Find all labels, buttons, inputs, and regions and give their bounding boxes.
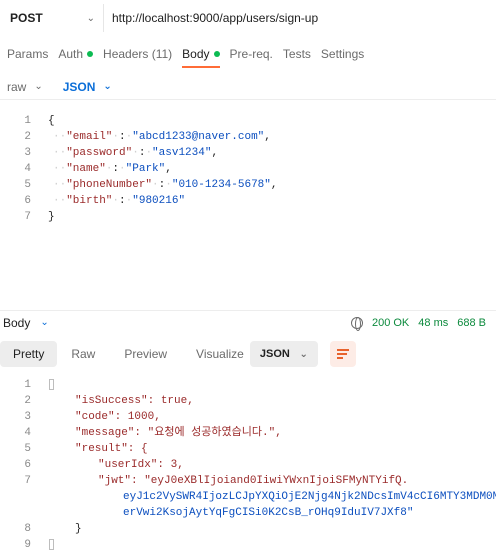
line-number: 1: [24, 379, 31, 391]
body-mode-select[interactable]: raw ⌄: [7, 80, 43, 94]
json-key: "birth": [66, 195, 113, 207]
method-label: POST: [10, 11, 43, 25]
tab-visualize[interactable]: Visualize: [196, 347, 244, 361]
tab-headers-label: Headers (11): [103, 47, 173, 61]
response-format-select[interactable]: JSON ⌄: [249, 341, 318, 367]
tab-pre-request-label: Pre-req.: [229, 47, 273, 61]
line-number: 7: [24, 475, 31, 487]
line-number: 5: [24, 443, 31, 455]
line-number: 4: [24, 163, 31, 175]
json-key: "email": [66, 131, 113, 143]
tab-body[interactable]: Body: [182, 42, 220, 68]
tab-pretty[interactable]: Pretty: [0, 341, 58, 367]
code-brace: }: [48, 211, 55, 223]
fold-marker[interactable]: [49, 379, 54, 390]
globe-icon[interactable]: [350, 317, 363, 331]
body-format-select[interactable]: JSON ⌄: [63, 80, 112, 94]
response-body-viewer[interactable]: 1 2 "isSuccess": true, 3 "code": 1000, 4 "m…: [0, 377, 496, 551]
line-number: 8: [24, 523, 31, 535]
tab-preview[interactable]: Preview: [124, 347, 167, 361]
response-line: "userIdx": 3,: [98, 459, 184, 471]
json-key: "phoneNumber": [66, 179, 153, 191]
json-value: "Park": [125, 163, 166, 175]
json-value: "asv1234": [152, 147, 212, 159]
wrap-lines-button[interactable]: [329, 341, 356, 367]
method-select[interactable]: POST ⌄: [2, 4, 104, 32]
response-section-select[interactable]: Body ⌄: [3, 316, 49, 330]
response-tabs: Pretty Raw Preview Visualize JSON ⌄: [0, 341, 496, 367]
chevron-down-icon: ⌄: [40, 317, 49, 328]
tab-pre-request[interactable]: Pre-req.: [230, 42, 273, 66]
url-input[interactable]: http://localhost:9000/app/users/sign-up: [104, 11, 318, 25]
tab-tests[interactable]: Tests: [283, 42, 311, 66]
line-number: 7: [24, 211, 31, 223]
response-size[interactable]: 688 B: [457, 317, 486, 329]
line-number: 9: [24, 539, 31, 551]
json-value: "010-1234-5678": [171, 179, 271, 191]
line-number: 3: [24, 411, 31, 423]
tab-raw[interactable]: Raw: [71, 347, 95, 361]
response-format-label: JSON: [259, 348, 290, 360]
response-line: "code": 1000,: [75, 411, 161, 423]
wrap-lines-icon: [336, 349, 349, 359]
tab-auth-label: Auth: [58, 47, 84, 61]
chevron-down-icon: ⌄: [86, 12, 95, 24]
response-line: }: [75, 523, 82, 535]
body-mode-bar: raw ⌄ JSON ⌄: [0, 74, 496, 100]
response-line: erVwi2KsojAytYqFgCISi0K2CsB_rOHq9IduIV7J…: [123, 507, 414, 519]
json-key: "password": [66, 147, 133, 159]
response-line: "result": {: [75, 443, 148, 455]
response-bar: Body ⌄ 200 OK 48 ms 688 B: [0, 310, 496, 334]
response-line: eyJ1c2VySWR4IjozLCJpYXQiOjE2Njg4Njk2NDcs…: [123, 491, 496, 503]
tab-settings-label: Settings: [320, 47, 365, 61]
line-number: 2: [24, 131, 31, 143]
line-number: 3: [24, 147, 31, 159]
chevron-down-icon: ⌄: [34, 81, 43, 92]
line-number: 6: [24, 195, 31, 207]
tab-params-label: Params: [7, 47, 49, 61]
request-body-editor[interactable]: 1{ 2 ··"email"·:·"abcd1233@naver.com", 3 ·…: [0, 113, 496, 223]
response-meta: 200 OK 48 ms 688 B: [350, 311, 486, 335]
json-punct: ,: [211, 147, 219, 159]
json-punct: ,: [270, 179, 278, 191]
line-number: 5: [24, 179, 31, 191]
tab-settings[interactable]: Settings: [321, 42, 364, 66]
body-status-dot: [213, 51, 220, 57]
json-punct: ,: [165, 163, 172, 175]
tab-headers[interactable]: Headers (11): [103, 42, 172, 66]
chevron-down-icon: ⌄: [103, 81, 112, 92]
response-line: "jwt": "eyJ0eXBlIjoiand0IiwiYWxnIjoiSFMy…: [98, 475, 409, 487]
tab-tests-label: Tests: [282, 47, 311, 61]
response-time[interactable]: 48 ms: [418, 317, 448, 329]
response-section-label: Body: [3, 315, 31, 330]
line-number: 2: [24, 395, 31, 407]
line-number: 4: [24, 427, 31, 439]
code-brace: {: [48, 115, 55, 127]
json-value: "980216": [132, 195, 186, 207]
status-code[interactable]: 200 OK: [372, 317, 409, 329]
json-punct: ,: [264, 131, 271, 143]
tab-params[interactable]: Params: [7, 42, 48, 66]
chevron-down-icon: ⌄: [299, 348, 308, 360]
tab-body-label: Body: [182, 47, 210, 61]
url-bar: POST ⌄ http://localhost:9000/app/users/s…: [0, 0, 496, 36]
auth-status-dot: [87, 51, 94, 57]
json-value: "abcd1233@naver.com": [132, 131, 265, 143]
body-mode-label: raw: [7, 79, 27, 94]
fold-marker[interactable]: [49, 539, 54, 550]
line-number: 1: [24, 115, 31, 127]
response-line: "message": "요청에 성공하였습니다.",: [75, 427, 282, 439]
line-number: 6: [24, 459, 31, 471]
response-line: "isSuccess": true,: [75, 395, 194, 407]
json-key: "name": [66, 163, 106, 175]
request-tabs: Params Auth Headers (11) Body Pre-req. T…: [0, 42, 367, 68]
body-format-label: JSON: [62, 79, 96, 94]
tab-auth[interactable]: Auth: [58, 42, 94, 66]
